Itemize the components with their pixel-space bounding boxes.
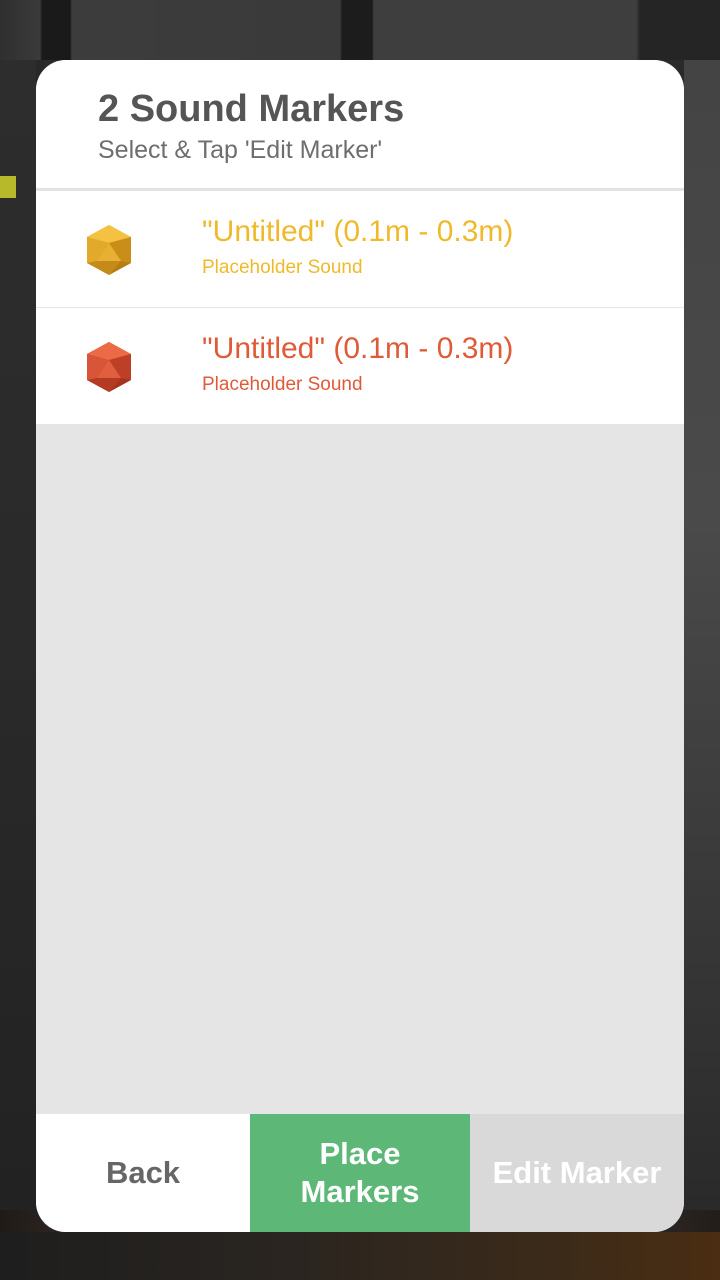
action-button-bar: Back Place Markers Edit Marker — [36, 1114, 684, 1232]
camera-yellow-object — [0, 176, 16, 198]
marker-sound: Placeholder Sound — [202, 374, 363, 395]
marker-row[interactable]: "Untitled" (0.1m - 0.3m) Placeholder Sou… — [36, 308, 684, 425]
place-markers-button-label: Place Markers — [300, 1136, 420, 1209]
marker-sound: Placeholder Sound — [202, 257, 363, 278]
back-button[interactable]: Back — [36, 1114, 250, 1232]
yellow-icosahedron-icon — [87, 225, 131, 275]
camera-left-wall — [0, 60, 36, 1210]
camera-ceiling — [0, 0, 720, 60]
panel-header: 2 Sound Markers Select & Tap 'Edit Marke… — [36, 60, 684, 190]
edit-marker-button[interactable]: Edit Marker — [470, 1114, 684, 1232]
camera-floor — [0, 1232, 720, 1280]
marker-name: "Untitled" (0.1m - 0.3m) — [202, 332, 514, 365]
marker-row[interactable]: "Untitled" (0.1m - 0.3m) Placeholder Sou… — [36, 191, 684, 308]
camera-right-wall — [684, 60, 720, 1210]
edit-marker-button-label: Edit Marker — [492, 1155, 662, 1190]
place-markers-button[interactable]: Place Markers — [250, 1114, 470, 1232]
sound-markers-panel: 2 Sound Markers Select & Tap 'Edit Marke… — [36, 60, 684, 1232]
marker-name: "Untitled" (0.1m - 0.3m) — [202, 215, 514, 248]
panel-subtitle: Select & Tap 'Edit Marker' — [98, 136, 383, 164]
panel-title: 2 Sound Markers — [98, 88, 405, 130]
marker-list: "Untitled" (0.1m - 0.3m) Placeholder Sou… — [36, 191, 684, 425]
red-icosahedron-icon — [87, 342, 131, 392]
back-button-label: Back — [105, 1155, 181, 1190]
